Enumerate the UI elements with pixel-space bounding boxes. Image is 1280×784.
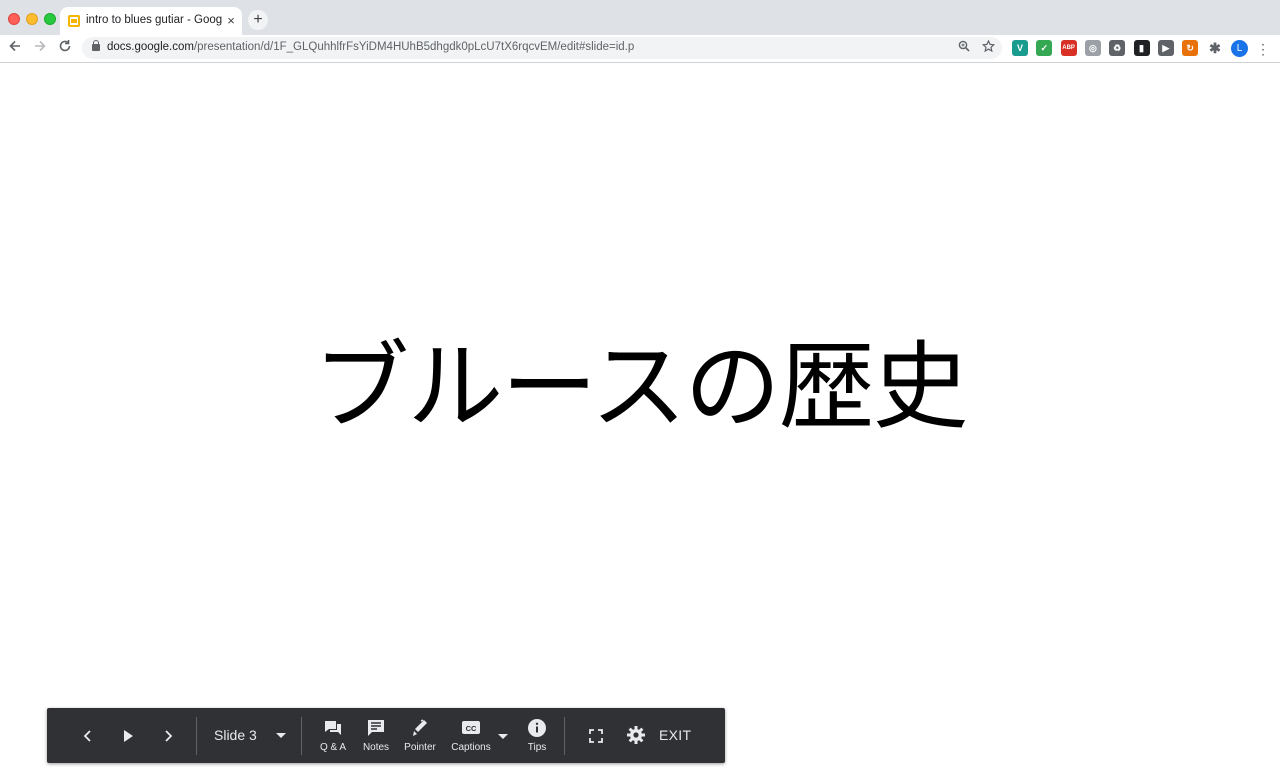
notes-button[interactable]: Notes [352,718,400,758]
fullscreen-button[interactable] [585,708,607,763]
maximize-window-button[interactable] [44,13,56,25]
divider [564,717,565,755]
reload-icon [59,40,71,52]
orange-extension-icon[interactable]: ↻ [1182,40,1199,56]
minimize-window-button[interactable] [26,13,38,25]
tips-label: Tips [527,742,547,753]
url-path: /presentation/d/1F_GLQuhhlfrFsYiDM4HUhB5… [193,41,635,53]
todo-check-icon[interactable]: ✓ [1036,40,1053,56]
play-circle-icon[interactable]: ▶ [1157,40,1174,56]
autoplay-button[interactable] [115,708,141,763]
svg-text:CC: CC [466,724,477,733]
tab-title: intro to blues gutiar - Google S [86,14,222,26]
pointer-button[interactable]: Pointer [396,718,444,758]
forward-arrow-icon [35,40,46,52]
active-tab[interactable]: intro to blues gutiar - Google S × [60,7,242,35]
new-tab-button[interactable]: + [248,10,268,30]
presenter-control-bar: Slide 3 Q & A Notes Pointer CC Captions … [47,708,725,763]
extensions-puzzle-icon[interactable]: ✱ [1207,40,1223,56]
back-arrow-icon [9,40,20,52]
chevron-right-icon [165,730,173,742]
fullscreen-icon [589,729,603,743]
divider [301,717,302,755]
url-text: docs.google.com/presentation/d/1F_GLQuhh… [107,41,634,53]
play-icon [124,730,133,742]
address-bar[interactable]: docs.google.com/presentation/d/1F_GLQuhh… [82,37,1002,59]
forward-button[interactable] [30,39,50,59]
tab-close-icon[interactable]: × [224,13,238,29]
adblock-plus-icon[interactable]: ABP [1060,40,1077,56]
slide-selector-dropdown[interactable]: Slide 3 [205,708,297,763]
captions-label: Captions [451,742,491,753]
profile-avatar[interactable]: L [1231,40,1248,57]
qa-label: Q & A [319,742,347,753]
star-icon [981,39,995,53]
chevron-left-icon [83,730,91,742]
url-host: docs.google.com [107,41,194,53]
browser-toolbar: docs.google.com/presentation/d/1F_GLQuhh… [0,35,1280,63]
qa-button[interactable]: Q & A [309,718,357,758]
back-button[interactable] [5,39,25,59]
settings-button[interactable] [624,708,648,763]
extension-gray-icon[interactable]: ◎ [1084,40,1101,56]
magnifier-icon [958,40,970,52]
divider [196,717,197,755]
slide-canvas[interactable]: ブルースの歴史 [0,64,1280,784]
google-slides-icon [68,15,80,27]
close-window-button[interactable] [8,13,20,25]
exit-button[interactable]: EXIT [659,727,691,743]
lock-icon [92,40,100,51]
browser-tab-strip: intro to blues gutiar - Google S × + [0,0,1280,35]
info-icon [528,719,546,737]
laser-pointer-icon [413,719,427,736]
previous-slide-button[interactable] [75,708,101,763]
tips-button[interactable]: Tips [513,718,561,758]
bookmark-book-icon[interactable]: ▮ [1133,40,1150,56]
vimium-icon[interactable]: V [1012,40,1028,56]
bookmark-star-icon[interactable] [980,39,996,56]
notes-label: Notes [362,742,390,753]
pointer-label: Pointer [404,742,436,753]
recycle-icon[interactable]: ♻ [1109,40,1126,56]
qa-chat-icon [325,721,341,735]
slide-title: ブルースの歴史 [313,331,968,443]
slide-number-label: Slide 3 [214,727,257,743]
browser-menu-icon[interactable]: ⋮ [1256,39,1270,59]
notes-icon [368,720,384,736]
gear-icon [627,726,645,744]
closed-captions-icon: CC [462,721,480,734]
zoom-icon[interactable] [956,40,972,56]
next-slide-button[interactable] [155,708,181,763]
reload-button[interactable] [55,39,75,59]
chevron-down-icon [276,733,286,738]
captions-button[interactable]: CC Captions [447,718,495,758]
captions-chevron-down-icon[interactable] [498,734,508,739]
